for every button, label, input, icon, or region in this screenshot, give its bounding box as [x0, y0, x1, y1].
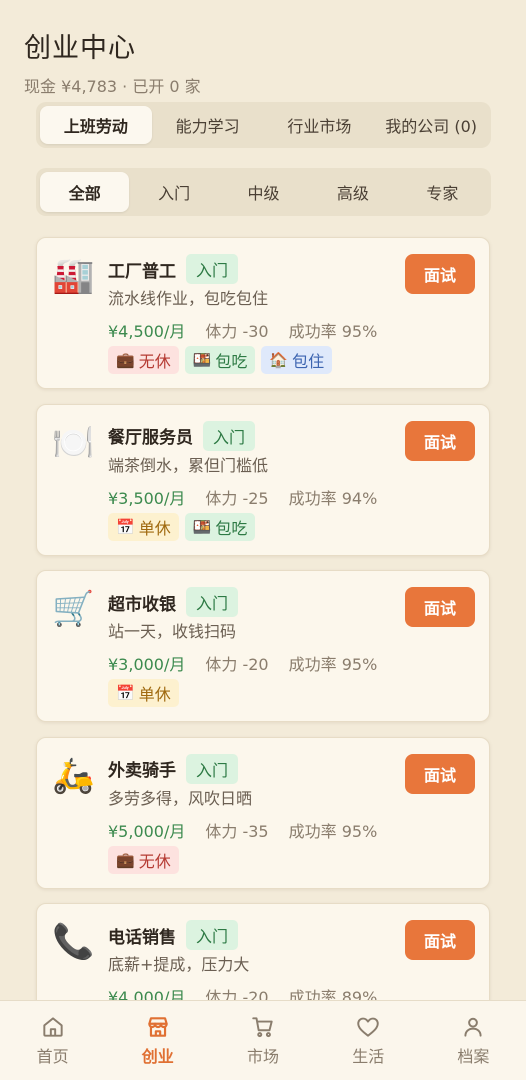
- house-icon: 🏠: [269, 351, 289, 369]
- level-badge: 入门: [186, 753, 239, 784]
- cash-summary: 现金 ¥4,783 · 已开 0 家: [24, 77, 201, 96]
- store-icon: [148, 1017, 168, 1037]
- level-entry[interactable]: 入门: [129, 172, 218, 212]
- nav-home[interactable]: 首页: [0, 1001, 105, 1080]
- shopping-cart-icon: 🛒: [52, 589, 95, 629]
- job-salary: ¥3,500/月: [108, 488, 186, 508]
- factory-icon: 🏭: [52, 256, 95, 296]
- cart-icon: [252, 1017, 273, 1038]
- job-title: 工厂普工: [108, 261, 176, 282]
- level-all[interactable]: 全部: [40, 172, 130, 212]
- tag-meals: 🍱 包吃: [184, 346, 256, 374]
- bento-icon: 🍱: [192, 351, 212, 369]
- tab-market[interactable]: 行业市场: [264, 106, 376, 144]
- tag-meals: 🍱 包吃: [184, 512, 256, 541]
- job-description: 底薪+提成，压力大: [108, 955, 250, 974]
- level-intermediate[interactable]: 中级: [219, 172, 308, 212]
- bottom-nav: 首页 创业 市场 生活 档案: [0, 1000, 526, 1080]
- job-card: 🛒 超市收银 入门 站一天，收钱扫码 ¥3,000/月 体力 -20 成功率 9…: [36, 570, 490, 722]
- job-title: 外卖骑手: [108, 761, 176, 781]
- job-card: 🍽️ 餐厅服务员 入门 端茶倒水，累但门槛低 ¥3,500/月 体力 -25 成…: [36, 403, 490, 556]
- job-salary: ¥3,000/月: [108, 655, 186, 674]
- interview-button[interactable]: 面试: [405, 753, 475, 794]
- scooter-icon: 🛵: [52, 755, 95, 796]
- job-description: 站一天，收钱扫码: [108, 622, 237, 641]
- job-stamina: 体力 -35: [205, 821, 269, 841]
- tag-single-rest: 📅 单休: [108, 679, 179, 707]
- interview-button[interactable]: 面试: [405, 420, 475, 461]
- page-header: 创业中心 现金 ¥4,783 · 已开 0 家: [24, 26, 201, 97]
- level-expert[interactable]: 专家: [398, 172, 487, 212]
- main-tabs: 上班劳动 能力学习 行业市场 我的公司 (0): [36, 102, 491, 148]
- level-badge: 入门: [186, 254, 239, 284]
- tab-learning[interactable]: 能力学习: [152, 106, 264, 144]
- level-filter: 全部 入门 中级 高级 专家: [36, 168, 491, 216]
- interview-button[interactable]: 面试: [405, 254, 475, 294]
- level-badge: 入门: [186, 920, 239, 950]
- nav-life[interactable]: 生活: [316, 1001, 421, 1080]
- calendar-icon: 📅: [116, 684, 135, 702]
- job-success-rate: 成功率 95%: [288, 322, 378, 341]
- job-success-rate: 成功率 94%: [288, 488, 378, 508]
- job-card: 🏭 工厂普工 入门 流水线作业，包吃包住 ¥4,500/月 体力 -30 成功率…: [36, 237, 490, 389]
- tab-my-company[interactable]: 我的公司 (0): [375, 106, 487, 144]
- job-description: 端茶倒水，累但门槛低: [108, 455, 269, 475]
- job-success-rate: 成功率 95%: [288, 655, 378, 674]
- level-advanced[interactable]: 高级: [308, 172, 397, 212]
- person-icon: [464, 1017, 482, 1037]
- job-card: 🛵 外卖骑手 入门 多劳多得，风吹日晒 ¥5,000/月 体力 -35 成功率 …: [36, 736, 490, 889]
- telephone-icon: 📞: [52, 922, 95, 962]
- calendar-icon: 📅: [116, 517, 135, 536]
- level-badge: 入门: [186, 587, 239, 617]
- job-success-rate: 成功率 95%: [288, 821, 378, 841]
- job-description: 多劳多得，风吹日晒: [108, 788, 253, 808]
- job-list: 🏭 工厂普工 入门 流水线作业，包吃包住 ¥4,500/月 体力 -30 成功率…: [36, 237, 490, 1070]
- tab-work[interactable]: 上班劳动: [40, 106, 152, 144]
- job-salary: ¥5,000/月: [108, 821, 186, 841]
- nav-market[interactable]: 市场: [210, 1001, 315, 1080]
- job-stamina: 体力 -20: [205, 655, 269, 674]
- heart-icon: [357, 1017, 379, 1037]
- tag-no-rest: 💼 无休: [108, 346, 179, 374]
- level-badge: 入门: [203, 420, 256, 451]
- dining-icon: 🍽️: [52, 422, 95, 463]
- job-title: 电话销售: [108, 927, 176, 948]
- briefcase-icon: 💼: [116, 351, 135, 369]
- briefcase-icon: 💼: [116, 850, 135, 869]
- job-stamina: 体力 -30: [205, 322, 269, 341]
- nav-startup[interactable]: 创业: [105, 1001, 210, 1080]
- interview-button[interactable]: 面试: [405, 920, 475, 960]
- nav-profile[interactable]: 档案: [421, 1001, 526, 1080]
- job-title: 超市收银: [108, 594, 176, 615]
- interview-button[interactable]: 面试: [405, 587, 475, 627]
- job-stamina: 体力 -25: [205, 488, 269, 508]
- job-salary: ¥4,500/月: [108, 322, 186, 341]
- bento-icon: 🍱: [192, 517, 212, 536]
- tag-single-rest: 📅 单休: [108, 512, 179, 541]
- job-title: 餐厅服务员: [108, 428, 193, 448]
- job-description: 流水线作业，包吃包住: [108, 289, 269, 308]
- tag-housing: 🏠 包住: [261, 346, 333, 374]
- home-icon: [42, 1017, 63, 1037]
- tag-no-rest: 💼 无休: [108, 845, 179, 874]
- page-title: 创业中心: [24, 33, 136, 64]
